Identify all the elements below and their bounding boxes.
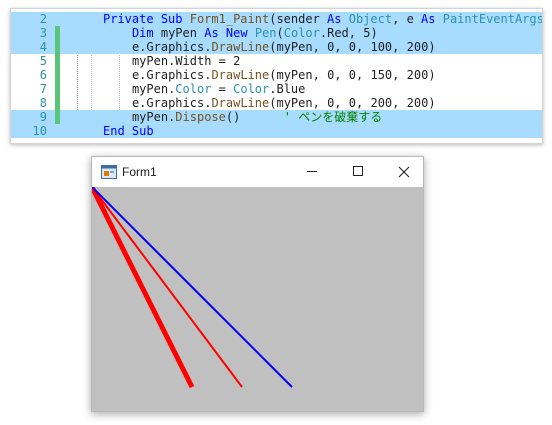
line-number: 8 <box>39 96 47 110</box>
form-window[interactable]: Form1 <box>91 156 424 412</box>
code-line[interactable]: 7 myPen.Color = Color.Blue <box>11 82 542 96</box>
change-indicator <box>55 54 60 68</box>
code-text: e.Graphics.DrawLine(myPen, 0, 0, 100, 20… <box>131 40 436 54</box>
change-indicator <box>55 26 60 40</box>
line-number: 9 <box>39 110 47 124</box>
code-text: e.Graphics.DrawLine(myPen, 0, 0, 150, 20… <box>131 68 436 82</box>
code-text: Dim myPen As New Pen(Color.Red, 5) <box>131 26 378 40</box>
minimize-icon[interactable] <box>289 157 335 187</box>
change-indicator <box>55 12 60 26</box>
code-text: End Sub <box>103 124 154 138</box>
change-indicator <box>55 68 60 82</box>
code-text: myPen.Dispose() ' ペンを破棄する <box>131 110 383 124</box>
app-icon <box>101 165 117 179</box>
change-indicator <box>55 82 60 96</box>
maximize-icon[interactable] <box>335 157 381 187</box>
code-line[interactable]: 10 End Sub <box>11 124 542 138</box>
code-line[interactable]: 5 myPen.Width = 2 <box>11 54 542 68</box>
code-line[interactable]: 9 myPen.Dispose() ' ペンを破棄する <box>11 110 542 124</box>
change-indicator <box>55 40 60 54</box>
drawn-line-2 <box>92 187 243 388</box>
line-number: 10 <box>32 124 47 138</box>
code-editor[interactable]: 2 Private Sub Form1_Paint(sender As Objec… <box>10 8 543 144</box>
code-line[interactable]: 4 e.Graphics.DrawLine(myPen, 0, 0, 100, … <box>11 40 542 54</box>
line-number: 2 <box>39 12 47 26</box>
line-number: 3 <box>39 26 47 40</box>
change-indicator <box>55 96 60 110</box>
line-number: 5 <box>39 54 47 68</box>
code-line[interactable]: 6 e.Graphics.DrawLine(myPen, 0, 0, 150, … <box>11 68 542 82</box>
line-number: 7 <box>39 82 47 96</box>
code-text: myPen.Color = Color.Blue <box>131 82 306 96</box>
drawn-line-3 <box>92 187 293 388</box>
line-number: 4 <box>39 40 47 54</box>
code-text: myPen.Width = 2 <box>131 54 241 68</box>
change-indicator <box>55 110 60 124</box>
drawn-line-1 <box>92 187 195 389</box>
code-line[interactable]: 2 Private Sub Form1_Paint(sender As Objec… <box>11 12 542 26</box>
close-icon[interactable] <box>381 157 427 187</box>
code-line[interactable]: 3 Dim myPen As New Pen(Color.Red, 5) <box>11 26 542 40</box>
code-line[interactable]: 8 e.Graphics.DrawLine(myPen, 0, 0, 200, … <box>11 96 542 110</box>
title-bar[interactable]: Form1 <box>92 157 423 187</box>
form-client-area <box>92 187 423 411</box>
line-number: 6 <box>39 68 47 82</box>
change-indicator <box>55 124 60 138</box>
code-text: Private Sub Form1_Paint(sender As Object… <box>103 12 543 26</box>
window-title: Form1 <box>122 165 157 179</box>
code-text: e.Graphics.DrawLine(myPen, 0, 0, 200, 20… <box>131 96 436 110</box>
